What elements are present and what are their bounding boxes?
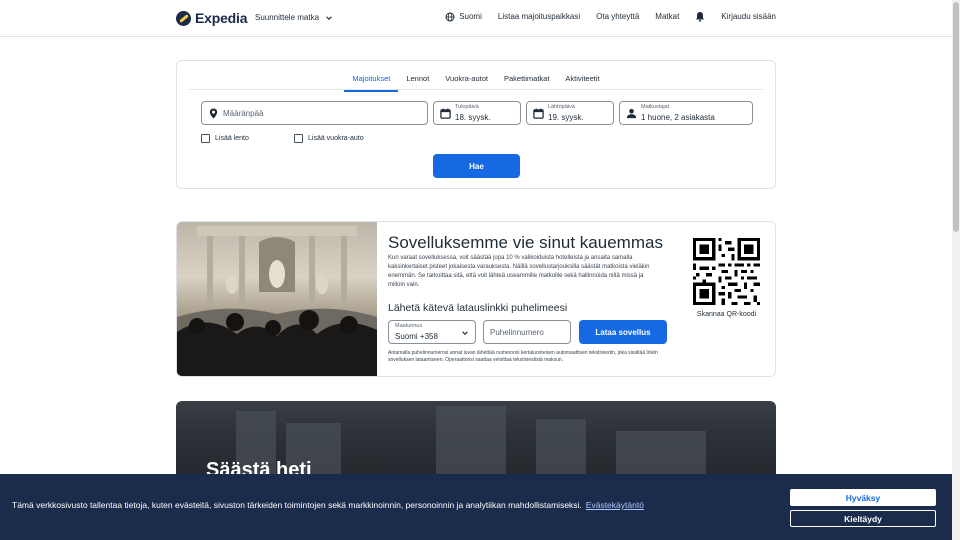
cookie-text: Tämä verkkosivusto tallentaa tietoja, ku…: [12, 500, 582, 510]
plan-trip-label: Suunnittele matka: [255, 13, 320, 22]
qr-code-label: Skannaa QR-koodi: [696, 311, 757, 318]
cookie-message: Tämä verkkosivusto tallentaa tietoja, ku…: [12, 500, 644, 510]
site-header: Expedia Suunnittele matka Suomi Listaa m…: [0, 0, 952, 37]
bell-icon: [696, 12, 705, 22]
expedia-logo-icon: [176, 10, 191, 26]
sign-in-link[interactable]: Kirjaudu sisään: [721, 12, 776, 21]
person-icon: [626, 108, 637, 119]
phone-number-input[interactable]: Puhelinnumero: [483, 320, 571, 344]
scrollbar-thumb[interactable]: [953, 2, 959, 232]
travelers-field[interactable]: Matkustajat 1 huone, 2 asiakasta: [619, 101, 753, 125]
calendar-icon: [440, 108, 451, 119]
promo-description: Kun varaat sovelluksessa, voit säästää j…: [388, 255, 650, 288]
list-property-link[interactable]: Listaa majoituspaikkasi: [498, 12, 580, 21]
search-button[interactable]: Hae: [433, 154, 520, 178]
location-pin-icon: [209, 108, 218, 119]
travelers-value: 1 huone, 2 asiakasta: [641, 113, 715, 122]
logo-text: Expedia: [195, 10, 248, 26]
chevron-down-icon: [462, 331, 468, 335]
cookie-consent-bar: Tämä verkkosivusto tallentaa tietoja, ku…: [0, 474, 952, 540]
sms-disclaimer: Antamalla puhelinnumerosi annat luvan lä…: [388, 350, 658, 363]
download-app-button[interactable]: Lataa sovellus: [579, 320, 667, 344]
travelers-label: Matkustajat: [641, 104, 670, 110]
page-scrollbar[interactable]: [952, 0, 960, 540]
destination-placeholder: Määränpää: [223, 109, 264, 118]
checkbox-box[interactable]: [294, 134, 303, 143]
checkin-value: 18. syysk.: [455, 113, 491, 122]
checkin-label: Tulopäivä: [455, 104, 479, 110]
trevi-fountain-image: [177, 222, 377, 376]
reject-cookies-button[interactable]: Kieltäydy: [790, 510, 936, 527]
contact-link[interactable]: Ota yhteyttä: [596, 12, 639, 21]
add-flight-checkbox[interactable]: Lisää lento: [201, 134, 249, 143]
fountain-illustration: [177, 226, 377, 376]
checkbox-box[interactable]: [201, 134, 210, 143]
accept-cookies-button[interactable]: Hyväksy: [790, 489, 936, 506]
add-car-label: Lisää vuokra-auto: [308, 135, 364, 142]
plan-trip-menu[interactable]: Suunnittele matka: [255, 13, 333, 22]
skyline-building: [436, 406, 506, 481]
expedia-logo[interactable]: Expedia: [176, 10, 247, 26]
cookie-policy-link[interactable]: Evästekäytäntö: [586, 500, 644, 510]
country-code-value: Suomi +358: [395, 332, 438, 341]
globe-icon: [445, 12, 455, 21]
qr-code: [693, 238, 760, 305]
checkout-date-field[interactable]: Lähtöpäivä 19. syysk.: [526, 101, 614, 125]
tabs-divider: [189, 89, 763, 90]
skyline-building: [536, 419, 586, 481]
destination-field[interactable]: Määränpää: [201, 101, 428, 125]
language-selector[interactable]: Suomi: [445, 12, 482, 22]
add-flight-label: Lisää lento: [215, 135, 249, 142]
save-now-banner: Säästä heti: [176, 401, 776, 481]
header-nav: Suomi Listaa majoituspaikkasi Ota yhteyt…: [445, 11, 776, 22]
trips-link[interactable]: Matkat: [655, 12, 679, 21]
add-car-checkbox[interactable]: Lisää vuokra-auto: [294, 134, 364, 143]
chevron-down-icon: [326, 15, 332, 20]
promo-title: Sovelluksemme vie sinut kauemmas: [388, 233, 663, 252]
checkout-label: Lähtöpäivä: [548, 104, 575, 110]
language-label: Suomi: [459, 12, 482, 21]
promo-subtitle: Lähetä kätevä latauslinkki puhelimeesi: [388, 302, 568, 314]
app-promo-card: Sovelluksemme vie sinut kauemmas Kun var…: [176, 221, 776, 377]
checkout-value: 19. syysk.: [548, 113, 584, 122]
checkin-date-field[interactable]: Tulopäivä 18. syysk.: [433, 101, 521, 125]
country-code-select[interactable]: Maatunnus Suomi +358: [388, 320, 476, 344]
country-code-label: Maatunnus: [395, 323, 423, 329]
calendar-icon: [533, 108, 544, 119]
search-form-card: Majoitukset Lennot Vuokra-autot Pakettim…: [176, 60, 776, 189]
phone-placeholder: Puhelinnumero: [490, 328, 544, 337]
notifications-button[interactable]: [695, 11, 705, 22]
